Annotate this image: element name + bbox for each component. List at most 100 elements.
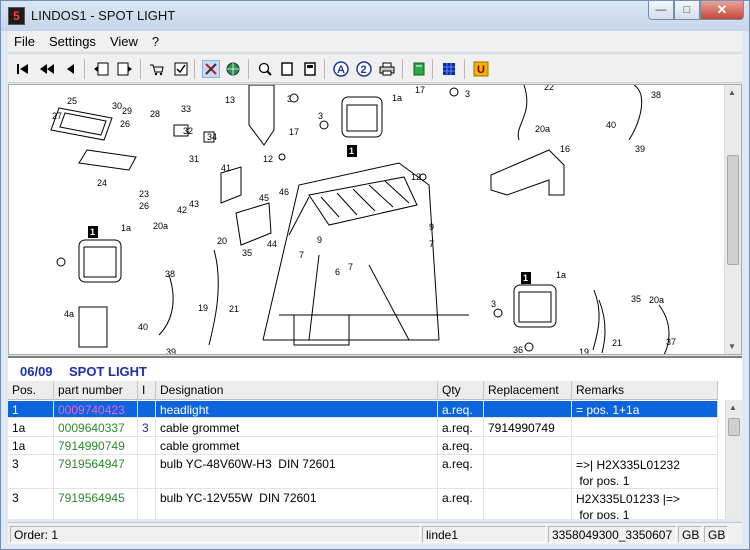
svg-text:3: 3 [491, 299, 496, 309]
page-alt-icon[interactable] [301, 60, 319, 78]
window-title: LINDOS1 - SPOT LIGHT [31, 8, 176, 23]
table-scroll-thumb[interactable] [728, 418, 740, 436]
menu-view[interactable]: View [110, 34, 138, 49]
book-forward-icon[interactable] [116, 60, 134, 78]
menu-file[interactable]: File [14, 34, 35, 49]
column-header-part-number[interactable]: part number [54, 381, 138, 400]
svg-text:25: 25 [67, 96, 77, 106]
app-window: 5 LINDOS1 - SPOT LIGHT — □ ✕ File Settin… [0, 0, 750, 550]
svg-text:1a: 1a [121, 223, 131, 233]
cell-i: 3 [138, 419, 156, 436]
checklist-icon[interactable] [172, 60, 190, 78]
table-row[interactable]: 1a 0009640337 3 cable grommet a.req. 791… [8, 419, 718, 437]
print-icon[interactable] [378, 60, 396, 78]
cell-remarks [572, 419, 718, 436]
svg-text:26: 26 [120, 119, 130, 129]
status-user: linde1 [422, 526, 546, 543]
u-icon[interactable]: U [472, 60, 490, 78]
column-header-remarks[interactable]: Remarks [572, 381, 718, 400]
column-header-qty[interactable]: Qty [438, 381, 484, 400]
drawing-vertical-scrollbar[interactable]: ▲ ▼ [724, 85, 741, 354]
drawing-scroll-thumb[interactable] [727, 155, 739, 265]
globe-icon[interactable] [224, 60, 242, 78]
cell-replacement [484, 489, 572, 519]
cell-replacement [484, 437, 572, 454]
green-book-icon[interactable] [410, 60, 428, 78]
cell-part-number: 7919564947 [54, 455, 138, 488]
cell-qty: a.req. [438, 489, 484, 519]
svg-text:43: 43 [189, 199, 199, 209]
table-row[interactable]: 1 0009740423 headlight a.req. = pos. 1+1… [8, 401, 718, 418]
table-row[interactable]: 3 7919564945 bulb YC-12V55W DIN 72601 a.… [8, 489, 718, 519]
status-language-2: GB [704, 526, 728, 543]
svg-text:7: 7 [429, 239, 434, 249]
svg-text:3: 3 [318, 111, 323, 121]
menu-settings[interactable]: Settings [49, 34, 96, 49]
svg-text:23: 23 [139, 189, 149, 199]
page-icon[interactable] [278, 60, 296, 78]
column-header-i[interactable]: I [138, 381, 156, 400]
first-icon[interactable] [14, 60, 32, 78]
zoom-icon[interactable] [256, 60, 274, 78]
column-header-pos[interactable]: Pos. [8, 381, 54, 400]
section-number: 06/09 [20, 364, 53, 379]
text-2-icon[interactable]: 2 [355, 60, 373, 78]
cell-replacement [484, 455, 572, 488]
close-button[interactable]: ✕ [700, 1, 744, 20]
previous-icon[interactable] [62, 60, 80, 78]
parts-table: Pos. part number I Designation Qty Repla… [8, 381, 742, 519]
menu-help[interactable]: ? [152, 34, 159, 49]
table-row[interactable]: 1a 7914990749 cable grommet a.req. [8, 437, 718, 455]
svg-text:3: 3 [465, 89, 470, 99]
column-header-designation[interactable]: Designation [156, 381, 438, 400]
svg-text:4a: 4a [64, 309, 74, 319]
status-codes: 3358049300_3350607 [548, 526, 676, 543]
menu-bar: File Settings View ? [8, 31, 742, 51]
svg-text:A: A [337, 64, 345, 76]
section-header: 06/09 SPOT LIGHT [8, 356, 742, 381]
title-bar[interactable]: 5 LINDOS1 - SPOT LIGHT — □ ✕ [1, 1, 749, 31]
maximize-button[interactable]: □ [674, 1, 700, 20]
book-back-icon[interactable] [92, 60, 110, 78]
cell-replacement: 7914990749 [484, 419, 572, 436]
svg-text:12: 12 [263, 154, 273, 164]
parts-diagram: 25 30 29 28 33322726 34312423 26 424341 4546… [50, 85, 676, 354]
cell-replacement [484, 401, 572, 417]
svg-text:30: 30 [112, 101, 122, 111]
text-a-icon[interactable]: A [332, 60, 350, 78]
grid-icon[interactable] [440, 60, 458, 78]
cell-qty: a.req. [438, 455, 484, 488]
svg-text:40: 40 [606, 120, 616, 130]
svg-text:46: 46 [279, 187, 289, 197]
cell-remarks: = pos. 1+1a [572, 401, 718, 417]
cart-icon[interactable] [148, 60, 166, 78]
previous-group-icon[interactable] [38, 60, 56, 78]
svg-text:17: 17 [415, 85, 425, 95]
svg-text:21: 21 [612, 338, 622, 348]
svg-text:17: 17 [289, 127, 299, 137]
cell-pos: 1 [8, 401, 54, 417]
table-header: Pos. part number I Designation Qty Repla… [8, 381, 718, 400]
svg-text:1a: 1a [392, 93, 402, 103]
svg-text:45: 45 [259, 193, 269, 203]
minimize-button[interactable]: — [648, 1, 674, 20]
svg-text:2: 2 [361, 64, 367, 76]
svg-text:27: 27 [52, 111, 62, 121]
table-row[interactable]: 3 7919564947 bulb YC-48V60W-H3 DIN 72601… [8, 455, 718, 489]
svg-text:35: 35 [631, 294, 641, 304]
column-header-replacement[interactable]: Replacement [484, 381, 572, 400]
cell-designation: cable grommet [156, 419, 438, 436]
status-language-1: GB [678, 526, 702, 543]
cell-i [138, 437, 156, 454]
svg-text:1: 1 [349, 146, 354, 156]
exploded-view-drawing[interactable]: 25 30 29 28 33 32 27 26 34 31 24 23 26 42 43 41 45 46… [8, 84, 742, 355]
tools-icon[interactable] [202, 60, 220, 78]
cell-part-number: 7914990749 [54, 437, 138, 454]
svg-text:21: 21 [229, 304, 239, 314]
cell-qty: a.req. [438, 401, 484, 417]
svg-text:U: U [477, 64, 485, 76]
svg-text:41: 41 [221, 163, 231, 173]
table-vertical-scrollbar[interactable]: ▲ [725, 400, 742, 519]
svg-text:9: 9 [317, 235, 322, 245]
cell-remarks: =>| H2X335L01232 for pos. 1 [572, 455, 718, 488]
